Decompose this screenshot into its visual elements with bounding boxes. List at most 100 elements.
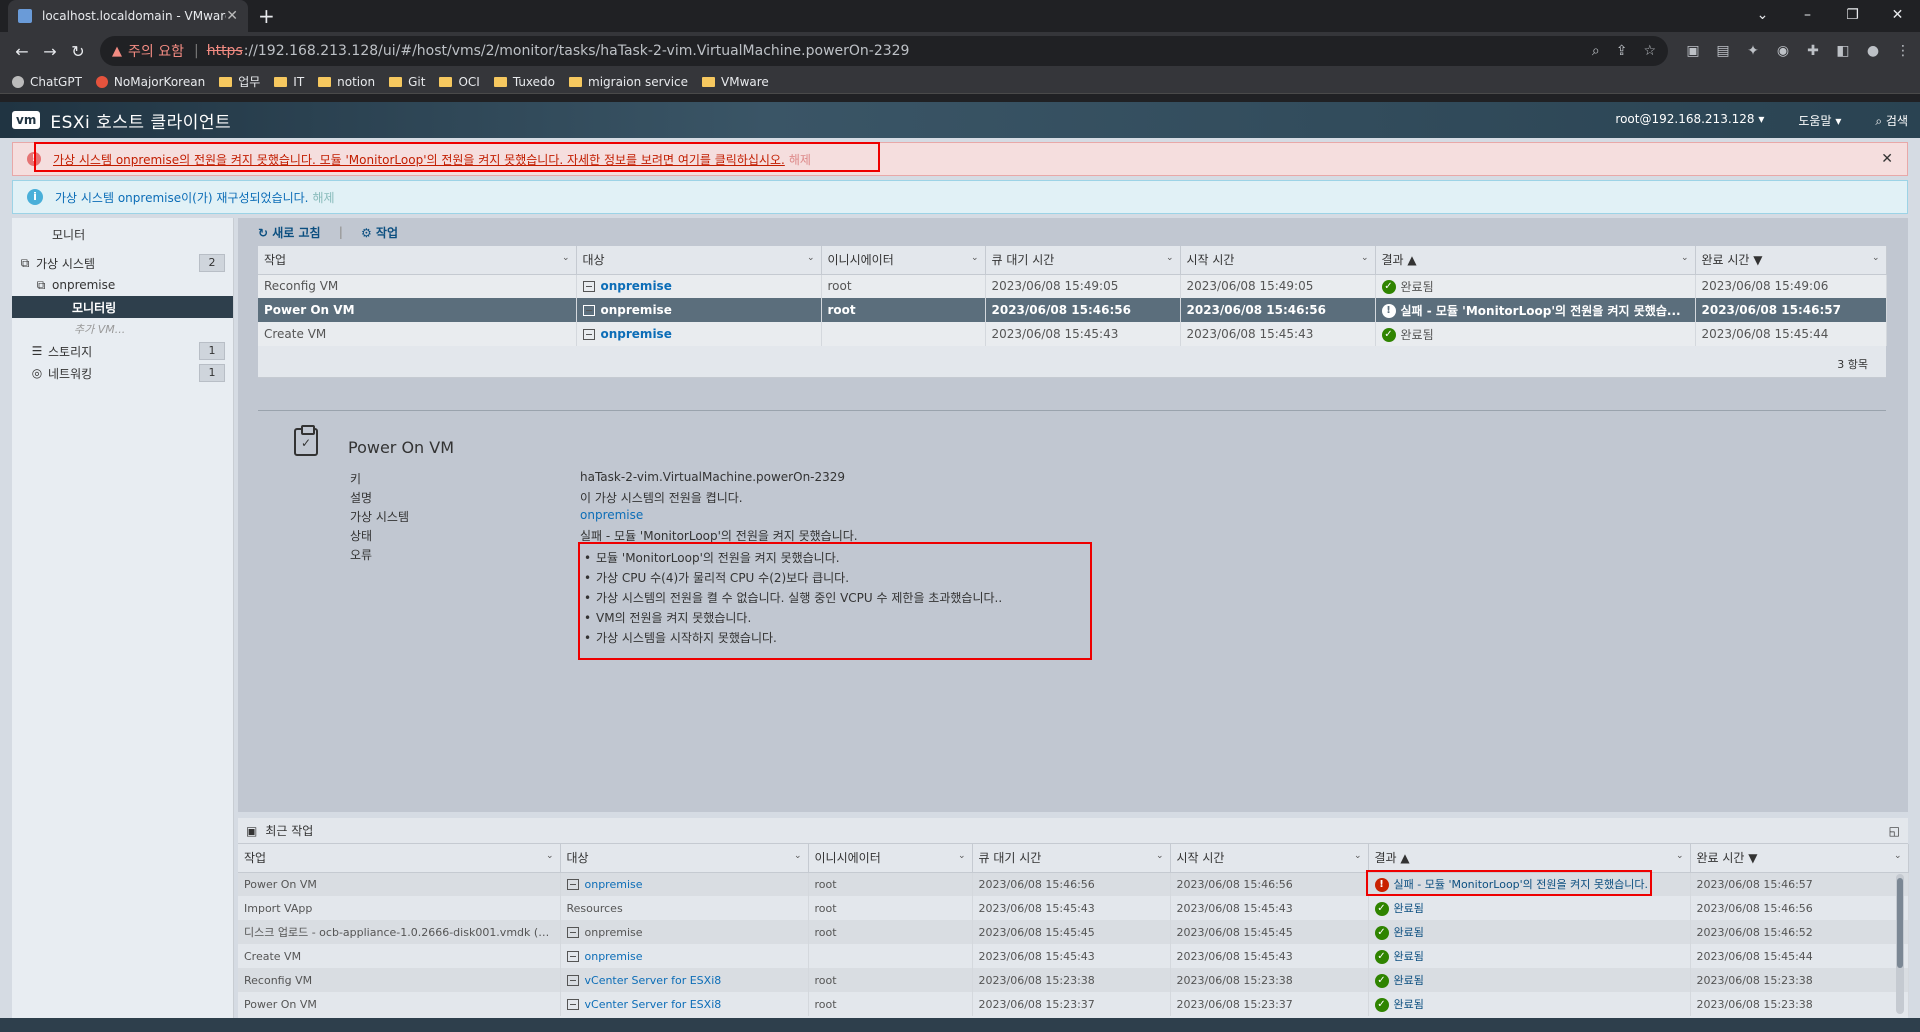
extensions-puzzle-icon[interactable]: ✚ [1804, 43, 1822, 59]
extension-icon[interactable]: ◉ [1774, 43, 1792, 59]
target-link[interactable]: onpremise [601, 327, 672, 341]
bookmark-folder[interactable]: OCI [439, 75, 480, 89]
chevron-down-icon[interactable]: ⌄ [1354, 851, 1362, 861]
result-link[interactable]: 완료됨 [1394, 926, 1424, 939]
back-button[interactable]: ← [8, 42, 36, 61]
chevron-down-icon[interactable]: ⌄ [807, 253, 815, 263]
bookmark-folder[interactable]: notion [318, 75, 375, 89]
result-link[interactable]: 완료됨 [1394, 902, 1424, 915]
bookmark-folder[interactable]: Git [389, 75, 425, 89]
target-link[interactable]: vCenter Server for ESXi8 [585, 974, 722, 987]
url-field[interactable]: ▲ 주의 요함 | https ://192.168.213.128/ui/#/… [100, 36, 1668, 66]
minimize-button[interactable]: – [1785, 0, 1830, 30]
column-header-queued[interactable]: 큐 대기 시간 ⌄ [972, 844, 1171, 873]
table-row[interactable]: Create VM onpremise 2023/06/08 15:45:43 … [238, 944, 1909, 968]
sidebar-item-vm-onpremise[interactable]: ⧉ onpremise [12, 274, 233, 296]
reload-button[interactable]: ↻ [64, 42, 92, 61]
share-icon[interactable]: ⇪ [1616, 43, 1628, 59]
table-row[interactable]: 디스크 업로드 - ocb-appliance-1.0.2666-disk001… [238, 920, 1909, 944]
table-row[interactable]: Import VApp Resources root 2023/06/08 15… [238, 896, 1909, 920]
column-header-task[interactable]: 작업 ⌄ [258, 246, 577, 275]
browser-tab[interactable]: localhost.localdomain - VMware ✕ [8, 0, 248, 32]
column-header-result[interactable]: 결과 ▲ ⌄ [1368, 844, 1691, 873]
bookmark-folder[interactable]: Tuxedo [493, 75, 555, 89]
forward-button[interactable]: → [36, 42, 64, 61]
chevron-down-icon[interactable]: ⌄ [1872, 253, 1880, 263]
target-link[interactable]: vCenter Server for ESXi8 [585, 998, 722, 1011]
bookmark-folder[interactable]: 업무 [219, 73, 260, 90]
search-button[interactable]: ⌕ 검색 [1875, 112, 1908, 129]
refresh-button[interactable]: ↻ 새로 고침 [258, 224, 321, 241]
column-header-started[interactable]: 시작 시간 ⌄ [1180, 246, 1376, 275]
chevron-down-icon[interactable]: ⌄ [546, 851, 554, 861]
chevron-down-icon[interactable]: ⌄ [562, 253, 570, 263]
close-alert-icon[interactable]: ✕ [1881, 151, 1893, 167]
sidebar-item-monitoring[interactable]: 모니터링 [12, 296, 233, 318]
menu-kebab-icon[interactable]: ⋮ [1894, 43, 1912, 59]
table-row[interactable]: Create VM onpremise 2023/06/08 15:45:43 … [258, 322, 1887, 346]
chevron-down-icon[interactable]: ⌄ [1681, 253, 1689, 263]
table-row[interactable]: Reconfig VM onpremise root 2023/06/08 15… [258, 274, 1887, 298]
tab-title: localhost.localdomain - VMware [42, 9, 227, 23]
column-header-initiator[interactable]: 이니시에이터 ⌄ [821, 246, 986, 275]
sidebar-item-storage[interactable]: ☰ 스토리지 1 [12, 340, 233, 362]
bookmark-folder[interactable]: IT [274, 75, 304, 89]
extension-icon[interactable]: ▣ [1684, 43, 1702, 59]
sidebar-item-vms[interactable]: ⧉ 가상 시스템 2 [12, 252, 233, 274]
profile-avatar[interactable]: ● [1864, 43, 1882, 59]
dismiss-info-link[interactable]: 해제 [313, 189, 335, 206]
chevron-down-icon[interactable]: ⌄ [958, 851, 966, 861]
zoom-icon[interactable]: ⌕ [1592, 43, 1600, 59]
target-link[interactable]: onpremise [601, 303, 672, 317]
bookmark-chatgpt[interactable]: ChatGPT [12, 75, 82, 89]
column-header-completed[interactable]: 완료 시간 ▼ ⌄ [1695, 246, 1887, 275]
column-header-target[interactable]: 대상 ⌄ [576, 246, 822, 275]
bookmark-folder[interactable]: migraion service [569, 75, 688, 89]
result-link[interactable]: 완료됨 [1394, 974, 1424, 987]
chevron-down-icon[interactable]: ⌄ [1894, 851, 1902, 861]
column-header-completed[interactable]: 완료 시간 ▼ ⌄ [1690, 844, 1909, 873]
extension-icon[interactable]: ▤ [1714, 43, 1732, 59]
close-window-button[interactable]: ✕ [1875, 0, 1920, 30]
security-warning[interactable]: 주의 요함 [128, 41, 184, 61]
chevron-down-icon[interactable]: ⌄ [794, 851, 802, 861]
help-menu[interactable]: 도움말 ▾ [1798, 112, 1841, 129]
chevron-down-icon[interactable]: ⌄ [1156, 851, 1164, 861]
maximize-icon[interactable]: ◱ [1889, 824, 1900, 838]
target-link[interactable]: onpremise [601, 279, 672, 293]
sidebar-item-monitor[interactable]: 모니터 [12, 220, 233, 248]
bookmark-folder[interactable]: VMware [702, 75, 769, 89]
table-row[interactable]: Power On VM onpremise root 2023/06/08 15… [238, 872, 1909, 896]
tab-search-icon[interactable]: ⌄ [1740, 0, 1785, 30]
column-header-queued[interactable]: 큐 대기 시간 ⌄ [985, 246, 1181, 275]
column-header-started[interactable]: 시작 시간 ⌄ [1170, 844, 1369, 873]
column-header-result[interactable]: 결과 ▲ ⌄ [1375, 246, 1696, 275]
extension-icon[interactable]: ✦ [1744, 43, 1762, 59]
side-panel-icon[interactable]: ◧ [1834, 43, 1852, 59]
actions-button[interactable]: ⚙ 작업 [361, 224, 398, 241]
target-link[interactable]: onpremise [585, 878, 643, 891]
table-row[interactable]: Reconfig VM vCenter Server for ESXi8 roo… [238, 968, 1909, 992]
target-link[interactable]: onpremise [585, 950, 643, 963]
restore-button[interactable]: ❐ [1830, 0, 1875, 30]
column-header-target[interactable]: 대상 ⌄ [560, 844, 809, 873]
new-tab-button[interactable]: + [258, 4, 275, 28]
bookmark-star-icon[interactable]: ☆ [1643, 43, 1656, 59]
result-link[interactable]: 완료됨 [1394, 998, 1424, 1011]
column-header-initiator[interactable]: 이니시에이터 ⌄ [808, 844, 973, 873]
sidebar-item-networking[interactable]: ◎ 네트워킹 1 [12, 362, 233, 384]
table-row-selected[interactable]: Power On VM onpremise root 2023/06/08 15… [258, 298, 1887, 322]
user-menu[interactable]: root@192.168.213.128 ▾ [1615, 112, 1764, 129]
close-tab-icon[interactable]: ✕ [226, 8, 238, 24]
detail-vm-link[interactable]: onpremise [580, 508, 643, 522]
chevron-down-icon[interactable]: ⌄ [1361, 253, 1369, 263]
table-row[interactable]: Power On VM vCenter Server for ESXi8 roo… [238, 992, 1909, 1016]
chevron-down-icon[interactable]: ⌄ [1166, 253, 1174, 263]
chevron-down-icon[interactable]: ⌄ [1676, 851, 1684, 861]
result-link[interactable]: 완료됨 [1394, 950, 1424, 963]
sidebar-item-more-vms[interactable]: 추가 VM... [12, 318, 233, 340]
chevron-down-icon[interactable]: ⌄ [971, 253, 979, 263]
bookmark-nomajorkorean[interactable]: NoMajorKorean [95, 75, 205, 89]
column-header-task[interactable]: 작업 ⌄ [238, 844, 561, 873]
recent-tasks-scrollbar[interactable] [1896, 874, 1904, 1014]
